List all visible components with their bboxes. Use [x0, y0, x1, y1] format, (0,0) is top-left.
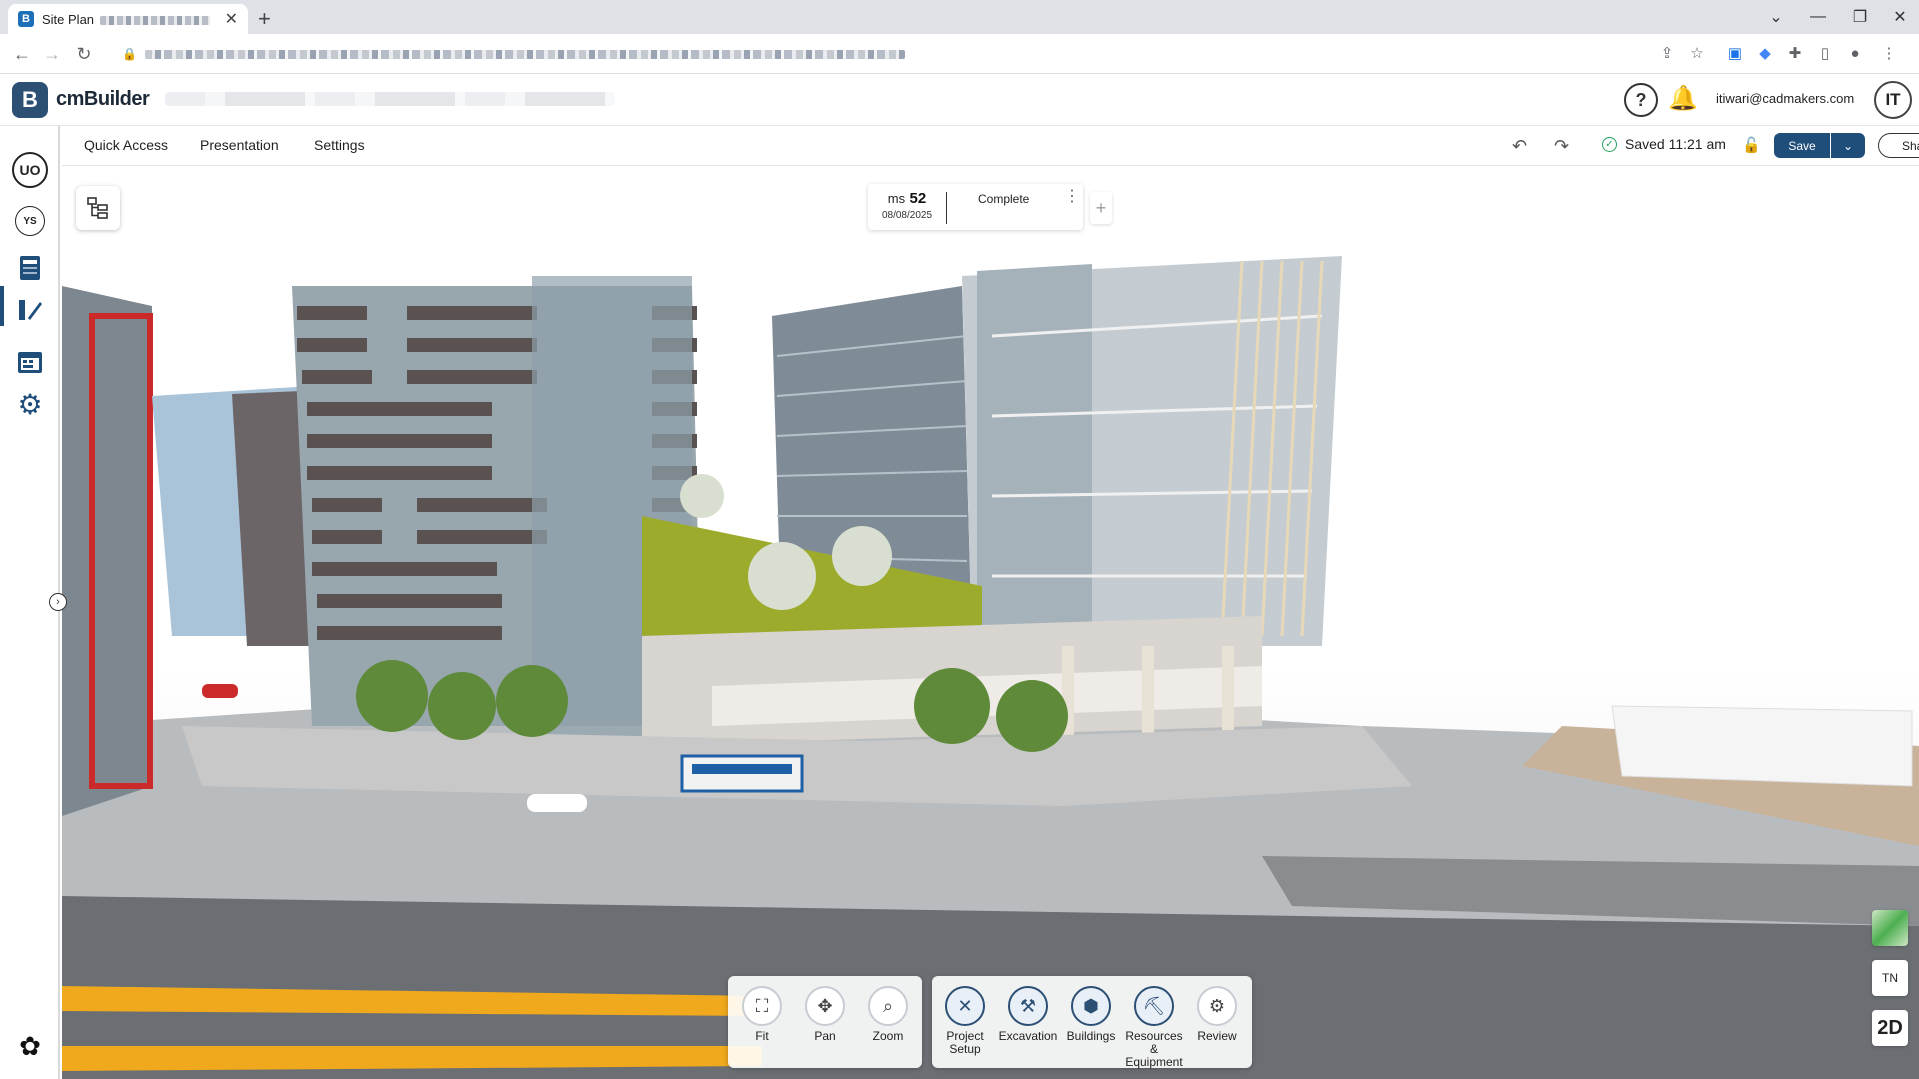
puzzle-extensions-icon[interactable]: ✚ — [1786, 44, 1804, 62]
menu-settings[interactable]: Settings — [314, 137, 365, 153]
tab-search-icon[interactable]: ⌄ — [1756, 4, 1796, 30]
project-setup-icon: ✕ — [945, 986, 985, 1026]
side-panel-icon[interactable]: ▯ — [1816, 44, 1834, 62]
browser-tabstrip: B Site Plan ✕ + ⌄ — ❐ ✕ — [0, 0, 1919, 34]
excavation-label: Excavation — [998, 1029, 1058, 1043]
uo-icon[interactable]: UO — [12, 152, 48, 188]
url-redacted — [144, 49, 905, 59]
user-email[interactable]: itiwari@cadmakers.com — [1716, 91, 1854, 106]
resources-icon: ⛏ — [1134, 986, 1174, 1026]
milestone-id: ms 52 08/08/2025 — [876, 190, 938, 221]
buildings-label: Buildings — [1066, 1029, 1116, 1043]
milestone-number: 52 — [909, 190, 927, 207]
save-button[interactable]: Save — [1774, 133, 1830, 158]
forward-icon[interactable]: → — [40, 42, 64, 66]
minimize-button[interactable]: — — [1798, 4, 1838, 30]
save-status: ✓ Saved 11:21 am — [1602, 136, 1726, 152]
milestone-prefix: ms — [887, 191, 906, 206]
apps-flower-icon[interactable]: ✿ — [12, 1028, 48, 1064]
reload-icon[interactable]: ↻ — [72, 42, 96, 66]
resources-equipment-button[interactable]: ⛏ Resources & Equipment — [1123, 986, 1185, 1069]
browser-toolbar: ← → ↻ 🔒 — [0, 34, 1919, 74]
review-button[interactable]: ⚙ Review — [1186, 986, 1248, 1043]
pan-label: Pan — [814, 1029, 836, 1043]
save-dropdown-chevron-icon[interactable]: ⌄ — [1831, 133, 1865, 158]
add-milestone-button[interactable]: + — [1090, 192, 1112, 224]
fit-icon: ⛶ — [742, 986, 782, 1026]
extension-icon[interactable]: ◆ — [1756, 44, 1774, 62]
pan-icon: ✥ — [805, 986, 845, 1026]
project-setup-label: Project Setup — [946, 1029, 984, 1056]
compass-label: TN — [1882, 971, 1898, 985]
favicon-icon: B — [18, 11, 34, 27]
milestone-card[interactable]: ms 52 08/08/2025 Complete ⋮ — [868, 184, 1083, 230]
review-icon: ⚙ — [1197, 986, 1237, 1026]
pan-button[interactable]: ✥ Pan — [794, 986, 856, 1043]
compass-icon[interactable]: TN — [1872, 960, 1908, 996]
menu-quick-access[interactable]: Quick Access — [84, 137, 168, 153]
milestone-status: Complete — [978, 192, 1030, 206]
tab-title-redacted — [100, 15, 211, 25]
phase-toolbar: ✕ Project Setup ⚒ Excavation ⬢ Buildings… — [932, 976, 1252, 1069]
site-plan-icon[interactable] — [12, 290, 48, 326]
ys-icon[interactable]: YS — [15, 206, 45, 236]
browser-tab-site-plan[interactable]: B Site Plan ✕ — [8, 4, 248, 34]
browser-menu-icon[interactable]: ⋮ — [1880, 44, 1898, 62]
milestone-date: 08/08/2025 — [881, 210, 933, 221]
excavation-button[interactable]: ⚒ Excavation — [997, 986, 1059, 1043]
zoom-label: Zoom — [872, 1029, 904, 1043]
window-close-button[interactable]: ✕ — [1880, 4, 1919, 30]
undo-icon[interactable]: ↶ — [1512, 136, 1527, 157]
saved-check-icon: ✓ — [1602, 136, 1617, 152]
view-mode-2d-button[interactable]: 2D — [1872, 1010, 1908, 1046]
sidebar-active-indicator — [0, 286, 4, 326]
3d-viewport[interactable] — [62, 166, 1919, 1079]
milestone-divider — [946, 192, 947, 224]
saved-text: Saved 11:21 am — [1625, 136, 1726, 152]
fit-label: Fit — [755, 1029, 769, 1043]
tab-title: Site Plan — [42, 11, 95, 27]
zoom-icon: ⌕ — [868, 986, 908, 1026]
restore-button[interactable]: ❐ — [1840, 4, 1880, 30]
menu-bar: Quick Access Presentation Settings ↶ ↷ ✓… — [62, 126, 1919, 166]
fit-button[interactable]: ⛶ Fit — [731, 986, 793, 1043]
milestone-more-icon[interactable]: ⋮ — [1064, 189, 1080, 205]
buildings-button[interactable]: ⬢ Buildings — [1060, 986, 1122, 1043]
new-tab-button[interactable]: + — [258, 6, 271, 32]
buildings-icon: ⬢ — [1071, 986, 1111, 1026]
tab-close-icon[interactable]: ✕ — [225, 9, 238, 29]
lock-icon: 🔒 — [122, 47, 137, 61]
app-logo-icon[interactable]: B — [12, 82, 48, 118]
resources-equipment-label: Resources & Equipment — [1125, 1029, 1183, 1069]
layer-tree-button[interactable] — [76, 186, 120, 230]
lock-icon[interactable]: 🔓 — [1742, 136, 1761, 154]
bookmark-star-icon[interactable]: ☆ — [1688, 44, 1706, 62]
sidebar-expand-icon[interactable]: › — [49, 593, 67, 611]
site-3d-scene — [62, 256, 1919, 1079]
redo-icon[interactable]: ↷ — [1554, 136, 1569, 157]
schedule-icon[interactable] — [12, 250, 48, 286]
view-toolbar: ⛶ Fit ✥ Pan ⌕ Zoom — [728, 976, 922, 1068]
address-bar[interactable]: 🔒 — [110, 40, 1650, 68]
review-label: Review — [1197, 1029, 1237, 1043]
menu-presentation[interactable]: Presentation — [200, 137, 279, 153]
project-name-redacted — [165, 92, 615, 106]
app-name: cmBuilder — [56, 88, 150, 110]
excavation-icon: ⚒ — [1008, 986, 1048, 1026]
project-setup-button[interactable]: ✕ Project Setup — [934, 986, 996, 1056]
back-icon[interactable]: ← — [10, 42, 34, 66]
tree-structure-icon — [87, 197, 108, 219]
app-header: B cmBuilder ? 🔔 itiwari@cadmakers.com IT — [0, 74, 1919, 126]
profile-icon[interactable]: ● — [1846, 44, 1864, 62]
share-button[interactable]: Share — [1878, 133, 1919, 158]
translate-extension-icon[interactable]: ▣ — [1726, 44, 1744, 62]
basemap-toggle-icon[interactable] — [1872, 910, 1908, 946]
calendar-icon[interactable] — [12, 344, 48, 380]
share-page-icon[interactable]: ⇪ — [1658, 44, 1676, 62]
gear-icon[interactable]: ⚙ — [12, 386, 48, 422]
avatar[interactable]: IT — [1874, 81, 1912, 119]
notification-bell-icon[interactable]: 🔔 — [1668, 84, 1698, 113]
help-icon[interactable]: ? — [1624, 83, 1658, 117]
zoom-button[interactable]: ⌕ Zoom — [857, 986, 919, 1043]
